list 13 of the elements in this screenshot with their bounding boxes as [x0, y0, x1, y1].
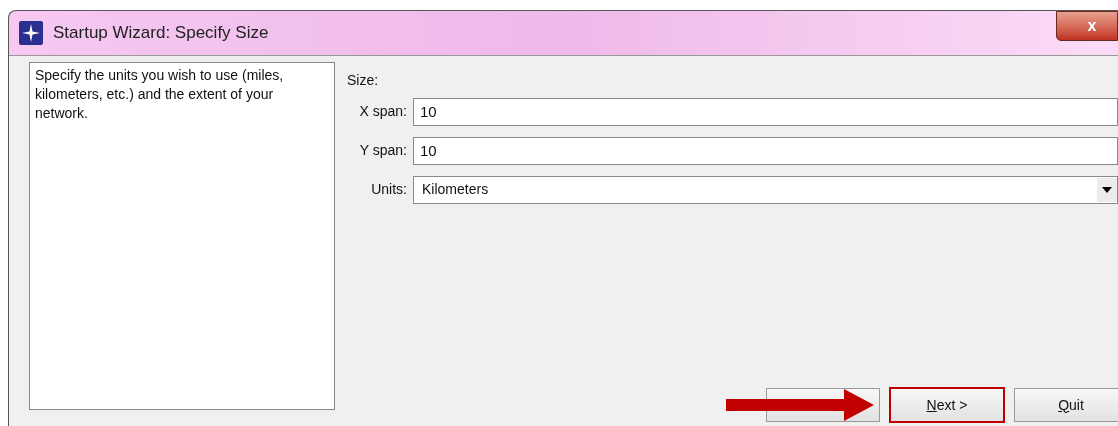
- quit-button[interactable]: Quit: [1014, 388, 1118, 422]
- span-input-field[interactable]: 10: [413, 136, 1118, 165]
- description-panel: Specify the units you wish to use (miles, kilometers, etc.) and the extent of your network.: [29, 62, 335, 410]
- field-label: Y span:: [358, 141, 408, 160]
- field-label: X span:: [358, 102, 408, 121]
- units-dropdown[interactable]: Kilometers: [413, 175, 1118, 204]
- next-button[interactable]: Next >: [890, 388, 1004, 422]
- window-title: Startup Wizard: Specify Size: [53, 22, 269, 45]
- star-icon: [19, 21, 43, 45]
- span-input-field[interactable]: 10: [413, 97, 1118, 126]
- field-label: Units:: [370, 180, 408, 199]
- size-label: Size:: [347, 71, 380, 90]
- close-button[interactable]: x: [1056, 11, 1118, 41]
